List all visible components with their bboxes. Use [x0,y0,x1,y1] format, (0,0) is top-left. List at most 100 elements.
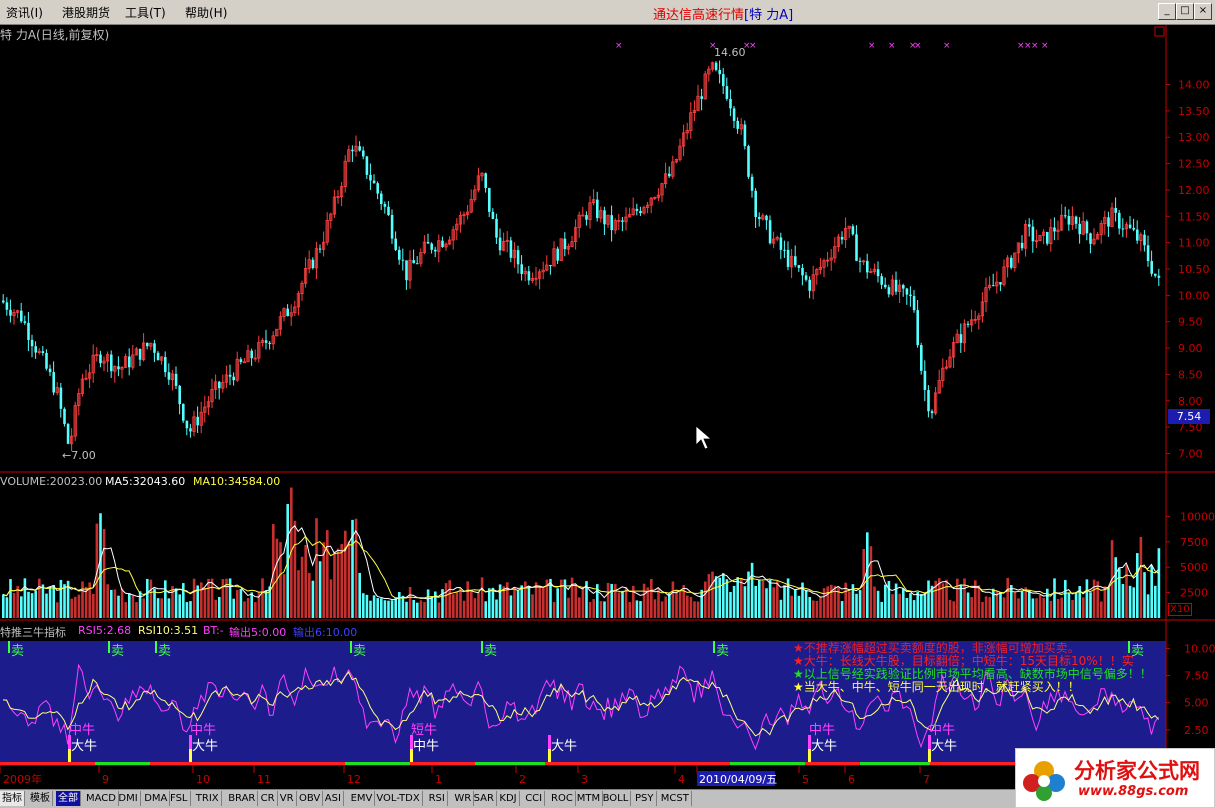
price-candle [916,310,919,346]
indicator-tab-obv[interactable]: OBV [297,791,324,806]
volume-bar [171,586,174,618]
indicator-tab-emv[interactable]: EMV [349,791,376,806]
indicator-tab-kdj[interactable]: KDJ [497,791,520,806]
minimize-button[interactable]: _ [1158,3,1176,20]
price-candle [1143,234,1146,246]
volume-bar [819,596,822,618]
volume-bar [365,594,369,618]
volume-bar [866,532,869,618]
indicator-tab-全部[interactable]: 全部 [56,791,81,806]
high-price-label: 14.60 [714,46,746,59]
price-candle [185,420,189,429]
price-candle [376,183,379,194]
volume-tick-label: 2500 [1180,587,1208,600]
volume-bar [189,601,192,618]
volume-bar [437,602,441,618]
price-candle [1089,233,1092,244]
volume-tick-label: 10000 [1180,510,1215,523]
menu-tools[interactable]: 工具(T) [125,4,166,21]
price-tick-label: 13.00 [1178,131,1210,144]
price-candle [801,267,804,276]
price-candle [45,353,48,369]
price-candle [902,285,905,289]
price-candle [851,226,855,235]
close-button[interactable]: × [1194,3,1212,20]
volume-bar [153,588,156,618]
price-candle [909,294,912,297]
price-candle [218,381,221,389]
price-candle [999,282,1002,285]
sell-signal-bar [481,641,483,653]
indicator-tab-模板[interactable]: 模板 [28,791,53,806]
indicator-tab-roc[interactable]: ROC [549,791,576,806]
indicator-tab-brar[interactable]: BRAR [226,791,259,806]
volume-bar [344,530,347,618]
indicator-tab-fsl[interactable]: FSL [168,791,191,806]
price-candle [117,366,120,370]
current-price-marker: 7.54 [1168,409,1210,424]
volume-bar [552,602,556,618]
big-bull-label: 大牛 [551,739,577,754]
volume-bar [628,602,631,618]
indicator-tab-dma[interactable]: DMA [142,791,171,806]
indicator-tab-指标[interactable]: 指标 [0,791,25,806]
price-candle [153,343,156,353]
volume-bar [693,601,696,618]
price-candle [66,423,70,444]
indicator-tab-mcst[interactable]: MCST [659,791,692,806]
volume-bar [686,595,689,618]
volume-bar [243,601,246,618]
price-candle [779,237,783,250]
indicator-tick-label: 10.00 [1184,642,1215,655]
price-candle [700,96,703,99]
indicator-tab-sar[interactable]: SAR [472,791,497,806]
volume-bar [200,582,203,618]
volume-bar [110,589,113,618]
volume-bar [1121,584,1125,618]
volume-bar [311,580,315,618]
maximize-button[interactable]: □ [1176,3,1194,20]
indicator-tab-mtm[interactable]: MTM [575,791,604,806]
indicator-tab-asi[interactable]: ASI [323,791,344,806]
volume-bar [621,590,624,618]
menu-help[interactable]: 帮助(H) [185,4,227,21]
menu-info[interactable]: 资讯(I) [6,4,43,21]
chart-area[interactable]: 14.00 13.50 13.00 12.50 12.00 11.50 11.00 10.50… [0,25,1215,788]
volume-bar [210,578,214,618]
indicator-tab-rsi[interactable]: RSI [427,791,448,806]
volume-bar [34,590,37,618]
price-candle [318,248,322,250]
indicator-tab-cr[interactable]: CR [259,791,278,806]
volume-bar [92,593,95,618]
indicator-tab-dmi[interactable]: DMI [116,791,141,806]
volume-bar [1017,598,1020,618]
indicator-tab-psy[interactable]: PSY [633,791,657,806]
volume-tick-label: 5000 [1180,561,1208,574]
volume-bar [776,580,779,618]
volume-bar [430,596,433,618]
indicator-tab-boll[interactable]: BOLL [601,791,632,806]
indicator-tab-cci[interactable]: CCI [523,791,546,806]
signal-marker: × [943,41,951,51]
volume-bar [635,600,639,618]
volume-bar [380,598,383,618]
volume-bar [574,584,577,618]
volume-bar [160,598,163,618]
price-candle [156,352,160,361]
volume-bar [1038,595,1042,618]
indicator-tab-vr[interactable]: VR [278,791,297,806]
menu-hk-futures[interactable]: 港股期货 [62,4,110,21]
indicator-tick-label: 5.00 [1184,697,1209,710]
indicator-tab-macd[interactable]: MACD [84,791,119,806]
indicator-tab-vol-tdx[interactable]: VOL-TDX [374,791,423,806]
indicator-tab-trix[interactable]: TRIX [194,791,222,806]
volume-bar [491,587,495,618]
volume-bar [1002,597,1006,618]
out6-label: 输出6:10.00 [293,626,358,639]
volume-bar [840,601,844,618]
volume-bar [203,587,207,618]
price-candle [556,248,559,261]
volume-bar [99,513,102,618]
volume-bar [538,586,541,618]
volume-bar [488,588,491,618]
